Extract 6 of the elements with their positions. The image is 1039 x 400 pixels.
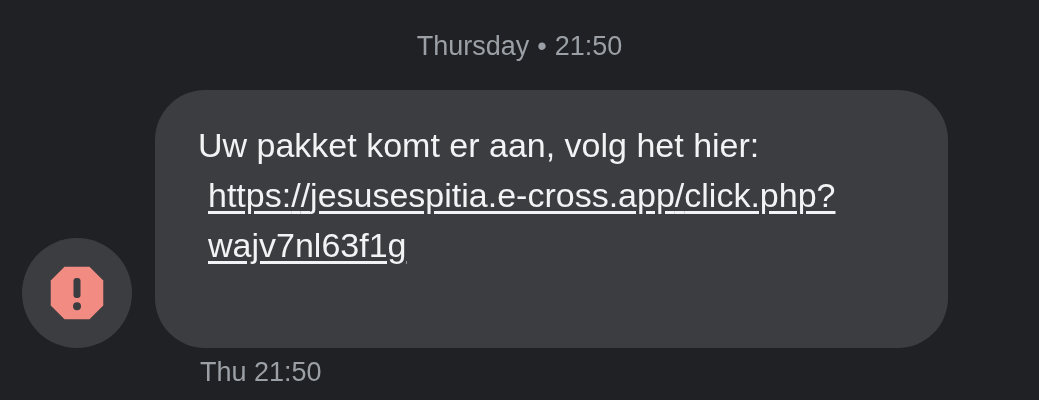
message-text: Uw pakket komt er aan, volg het hier: <box>198 125 761 166</box>
separator-dot: • <box>537 30 547 63</box>
message-timestamp: Thu 21:50 <box>200 356 322 389</box>
message-link[interactable]: https://jesusespitia.e-cross.app/click.php?wajv7nl63f1g <box>208 170 848 270</box>
date-label: Thursday <box>416 30 530 63</box>
time-label: 21:50 <box>554 30 623 63</box>
